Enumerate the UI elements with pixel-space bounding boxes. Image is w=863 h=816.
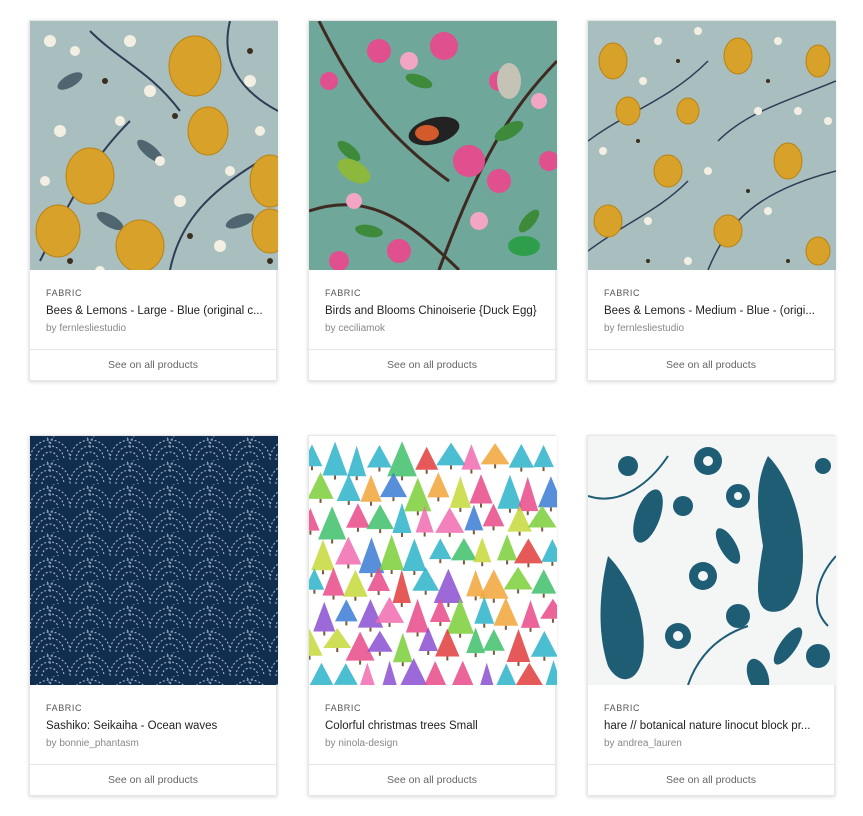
product-image-bees-lemons-large[interactable] — [30, 21, 278, 270]
product-card[interactable]: FABRIC hare // botanical nature linocut … — [587, 435, 836, 796]
product-info: FABRIC Bees & Lemons - Large - Blue (ori… — [46, 287, 264, 335]
product-title[interactable]: Colorful christmas trees Small — [325, 719, 543, 734]
by-label: by — [46, 738, 57, 749]
product-category: FABRIC — [604, 288, 641, 298]
product-info: FABRIC Colorful christmas trees Small by… — [325, 702, 543, 750]
product-info: FABRIC Sashiko: Seikaiha - Ocean waves b… — [46, 702, 264, 750]
product-title[interactable]: Sashiko: Seikaiha - Ocean waves — [46, 719, 264, 734]
product-card[interactable]: FABRIC Colorful christmas trees Small by… — [308, 435, 557, 796]
product-image-christmas-trees[interactable] — [309, 436, 557, 685]
product-designer-line: by andrea_lauren — [604, 737, 822, 750]
product-image-sashiko-waves[interactable] — [30, 436, 278, 685]
sashiko-waves-pattern — [30, 436, 278, 685]
designer-link[interactable]: fernlesliestudio — [59, 323, 126, 334]
product-designer-line: by ceciliamok — [325, 322, 543, 335]
product-info: FABRIC Bees & Lemons - Medium - Blue - (… — [604, 287, 822, 335]
bees-lemons-pattern — [588, 21, 836, 270]
see-on-all-products-button[interactable]: See on all products — [30, 764, 276, 795]
product-title[interactable]: Bees & Lemons - Medium - Blue - (origi..… — [604, 304, 822, 319]
christmas-trees-pattern — [309, 436, 557, 685]
product-image-hare-linocut[interactable] — [588, 436, 836, 685]
see-on-all-products-button[interactable]: See on all products — [309, 764, 555, 795]
product-title[interactable]: hare // botanical nature linocut block p… — [604, 719, 822, 734]
product-card[interactable]: FABRIC Sashiko: Seikaiha - Ocean waves b… — [29, 435, 278, 796]
see-on-all-products-button[interactable]: See on all products — [30, 349, 276, 380]
product-designer-line: by ninola-design — [325, 737, 543, 750]
product-image-bees-lemons-medium[interactable] — [588, 21, 836, 270]
product-category: FABRIC — [46, 703, 83, 713]
product-category: FABRIC — [604, 703, 641, 713]
designer-link[interactable]: fernlesliestudio — [617, 323, 684, 334]
product-image-birds-blooms[interactable] — [309, 21, 557, 270]
product-designer-line: by fernlesliestudio — [604, 322, 822, 335]
birds-blooms-pattern — [309, 21, 557, 270]
by-label: by — [325, 738, 336, 749]
product-category: FABRIC — [325, 288, 362, 298]
by-label: by — [604, 323, 615, 334]
product-designer-line: by fernlesliestudio — [46, 322, 264, 335]
designer-link[interactable]: andrea_lauren — [617, 738, 682, 749]
product-info: FABRIC hare // botanical nature linocut … — [604, 702, 822, 750]
see-on-all-products-button[interactable]: See on all products — [588, 764, 834, 795]
product-category: FABRIC — [46, 288, 83, 298]
product-card[interactable]: FABRIC Bees & Lemons - Medium - Blue - (… — [587, 20, 836, 381]
designer-link[interactable]: ninola-design — [338, 738, 398, 749]
product-card[interactable]: FABRIC Bees & Lemons - Large - Blue (ori… — [29, 20, 278, 381]
hare-linocut-pattern — [588, 436, 836, 685]
by-label: by — [325, 323, 336, 334]
by-label: by — [604, 738, 615, 749]
designer-link[interactable]: ceciliamok — [338, 323, 385, 334]
see-on-all-products-button[interactable]: See on all products — [588, 349, 834, 380]
product-info: FABRIC Birds and Blooms Chinoiserie {Duc… — [325, 287, 543, 335]
product-title[interactable]: Birds and Blooms Chinoiserie {Duck Egg} — [325, 304, 543, 319]
product-category: FABRIC — [325, 703, 362, 713]
product-card[interactable]: FABRIC Birds and Blooms Chinoiserie {Duc… — [308, 20, 557, 381]
product-grid: FABRIC Bees & Lemons - Large - Blue (ori… — [0, 0, 863, 816]
product-designer-line: by bonnie_phantasm — [46, 737, 264, 750]
see-on-all-products-button[interactable]: See on all products — [309, 349, 555, 380]
designer-link[interactable]: bonnie_phantasm — [59, 738, 139, 749]
by-label: by — [46, 323, 57, 334]
product-title[interactable]: Bees & Lemons - Large - Blue (original c… — [46, 304, 264, 319]
bees-lemons-pattern — [30, 21, 278, 270]
